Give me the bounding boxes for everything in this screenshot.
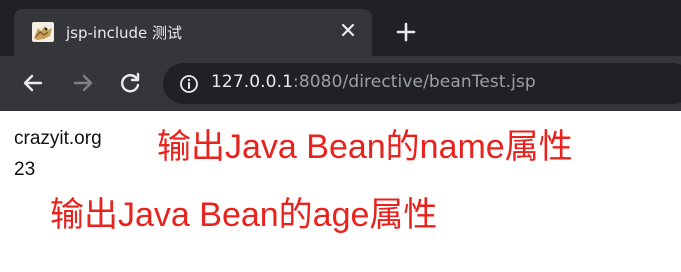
- back-arrow-icon[interactable]: [20, 70, 46, 96]
- url-host: 127.0.0.1: [211, 72, 294, 92]
- browser-chrome: jsp-include 测试 127.0.0.1:8080/directive/…: [0, 0, 681, 111]
- browser-toolbar: 127.0.0.1:8080/directive/beanTest.jsp: [0, 56, 681, 111]
- reload-icon[interactable]: [117, 70, 143, 96]
- name-annotation: 输出Java Bean的name属性: [157, 128, 573, 166]
- bean-name-output: crazyit.org: [14, 128, 102, 149]
- url-path: :8080/directive/beanTest.jsp: [293, 72, 536, 92]
- site-info-icon[interactable]: [179, 74, 199, 94]
- url-text: 127.0.0.1:8080/directive/beanTest.jsp: [211, 72, 536, 92]
- browser-tab[interactable]: jsp-include 测试: [14, 9, 372, 56]
- close-tab-icon[interactable]: [338, 20, 358, 40]
- tomcat-favicon-icon: [32, 22, 54, 42]
- address-bar[interactable]: 127.0.0.1:8080/directive/beanTest.jsp: [163, 63, 681, 104]
- forward-arrow-icon[interactable]: [70, 70, 96, 96]
- age-annotation: 输出Java Bean的age属性: [50, 196, 438, 234]
- new-tab-plus-icon[interactable]: [394, 20, 418, 44]
- tab-title: jsp-include 测试: [66, 24, 183, 42]
- bean-age-output: 23: [14, 159, 36, 180]
- page-content: crazyit.org 23 输出Java Bean的name属性 输出Java…: [0, 111, 681, 272]
